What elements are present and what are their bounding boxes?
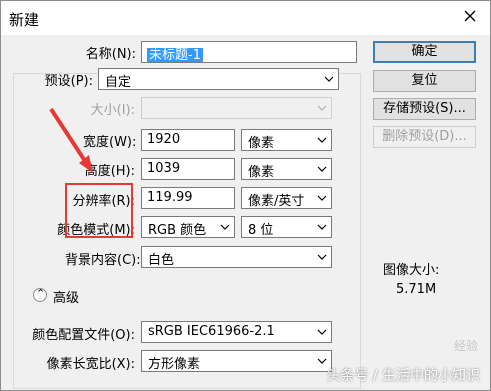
chevron-down-icon xyxy=(324,76,334,82)
preset-label: 预设(P): xyxy=(44,74,93,89)
background-value: 白色 xyxy=(148,253,175,268)
resolution-field[interactable]: 119.99 xyxy=(141,187,235,209)
width-unit-value: 像素 xyxy=(248,136,275,151)
collapse-advanced-icon[interactable]: ⌃ xyxy=(33,287,47,302)
color-mode-value: RGB 颜色 xyxy=(148,223,207,238)
delete-preset-button: 删除预设(D)... xyxy=(373,126,476,148)
dialog-title: 新建 xyxy=(9,11,40,29)
width-field[interactable]: 1920 xyxy=(141,129,235,151)
height-unit-value: 像素 xyxy=(248,165,275,180)
name-field[interactable]: 未标题-1 xyxy=(141,41,357,63)
chevron-down-icon xyxy=(317,166,327,172)
color-profile-select[interactable]: sRGB IEC61966-2.1 xyxy=(141,321,332,343)
close-icon[interactable] xyxy=(456,5,484,29)
image-size-value: 5.71M xyxy=(396,282,437,297)
preset-select[interactable]: 自定 xyxy=(98,68,339,90)
pixel-aspect-label: 像素长宽比(X): xyxy=(46,357,135,372)
height-unit-select[interactable]: 像素 xyxy=(241,158,332,180)
new-document-dialog: 新建 名称(N): 未标题-1 预设(P): 自定 大小(I): 宽度(W): … xyxy=(0,0,491,391)
width-unit-select[interactable]: 像素 xyxy=(241,129,332,151)
reset-button[interactable]: 复位 xyxy=(373,70,476,92)
bit-depth-select[interactable]: 8 位 xyxy=(241,216,332,238)
title-bar: 新建 xyxy=(1,1,490,35)
pixel-aspect-value: 方形像素 xyxy=(148,357,201,372)
pixel-aspect-select[interactable]: 方形像素 xyxy=(141,350,332,372)
watermark-text: 头条号 / 生活中的小知识 xyxy=(326,368,480,384)
size-select xyxy=(141,97,332,119)
height-field[interactable]: 1039 xyxy=(141,158,235,180)
chevron-down-icon xyxy=(317,105,327,111)
color-profile-label: 颜色配置文件(O): xyxy=(32,328,135,343)
chevron-down-icon xyxy=(220,224,230,230)
highlight-box xyxy=(65,183,133,238)
color-mode-select[interactable]: RGB 颜色 xyxy=(141,216,235,238)
chevron-down-icon xyxy=(317,254,327,260)
preset-value: 自定 xyxy=(105,75,132,90)
background-select[interactable]: 白色 xyxy=(141,246,332,268)
chevron-down-icon xyxy=(317,329,327,335)
ok-button[interactable]: 确定 xyxy=(373,41,476,63)
image-size-label: 图像大小: xyxy=(383,263,440,278)
chevron-down-icon xyxy=(317,195,327,201)
name-value: 未标题-1 xyxy=(147,48,203,63)
resolution-unit-select[interactable]: 像素/英寸 xyxy=(241,187,332,209)
watermark-logo: 经验 xyxy=(453,339,478,353)
resolution-unit-value: 像素/英寸 xyxy=(248,194,305,209)
advanced-label[interactable]: 高级 xyxy=(53,287,79,306)
chevron-down-icon xyxy=(317,224,327,230)
bit-depth-value: 8 位 xyxy=(248,223,274,238)
name-label: 名称(N): xyxy=(85,47,136,62)
color-profile-value: sRGB IEC61966-2.1 xyxy=(148,324,275,339)
red-arrow-icon xyxy=(49,107,93,173)
save-preset-button[interactable]: 存储预设(S)... xyxy=(373,98,476,120)
chevron-down-icon xyxy=(317,137,327,143)
background-label: 背景内容(C): xyxy=(65,253,141,268)
